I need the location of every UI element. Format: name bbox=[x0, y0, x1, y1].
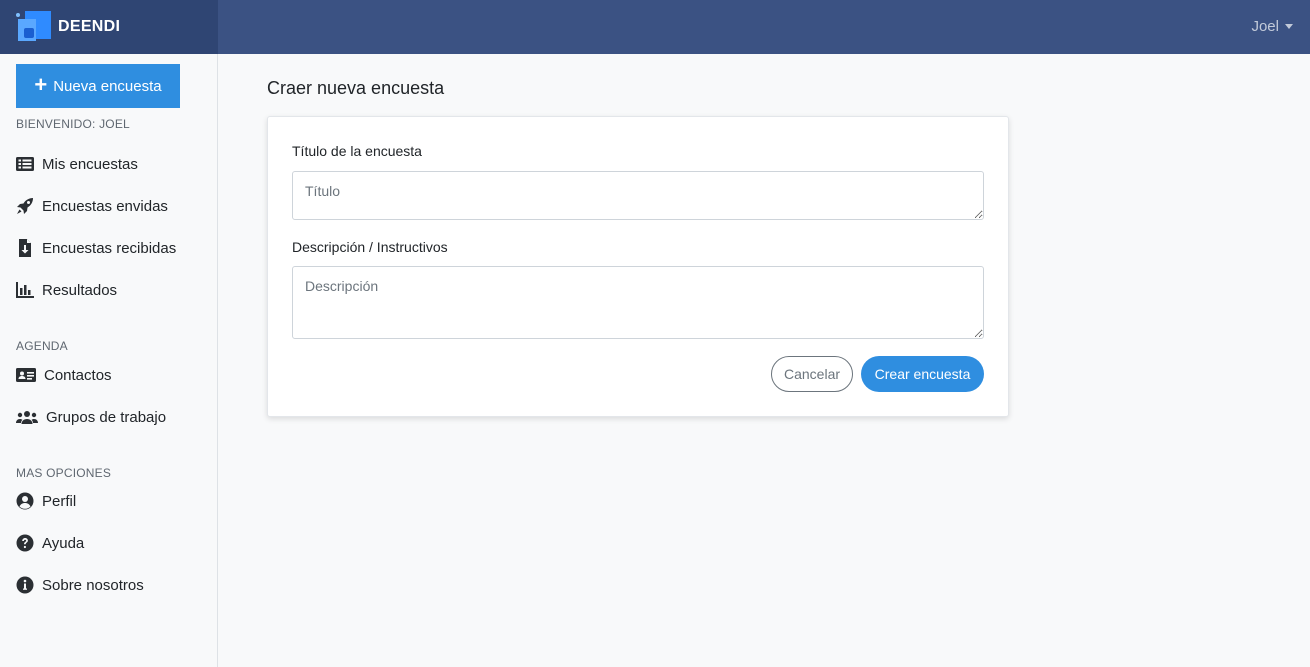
sidebar-item-label: Encuestas recibidas bbox=[42, 239, 177, 257]
file-download-icon bbox=[19, 239, 31, 257]
top-navbar: DEENDI Joel bbox=[0, 0, 1310, 54]
sidebar-item-received-surveys[interactable]: Encuestas recibidas bbox=[16, 237, 176, 259]
sidebar-item-my-surveys[interactable]: Mis encuestas bbox=[16, 153, 138, 175]
agenda-section-label: AGENDA bbox=[16, 339, 68, 353]
user-circle-icon bbox=[16, 492, 34, 510]
brand[interactable]: DEENDI bbox=[0, 0, 218, 54]
user-menu-dropdown[interactable]: Joel bbox=[1251, 18, 1293, 35]
title-field-label: Título de la encuesta bbox=[292, 143, 422, 159]
create-survey-button[interactable]: Crear encuesta bbox=[861, 356, 984, 392]
users-icon bbox=[16, 411, 38, 424]
sidebar-item-label: Sobre nosotros bbox=[42, 576, 144, 594]
cancel-button[interactable]: Cancelar bbox=[771, 356, 853, 392]
brand-name: DEENDI bbox=[58, 18, 121, 35]
sidebar-item-label: Contactos bbox=[44, 366, 112, 384]
description-field-label: Descripción / Instructivos bbox=[292, 239, 448, 255]
caret-down-icon bbox=[1285, 24, 1293, 29]
sidebar-item-about[interactable]: Sobre nosotros bbox=[16, 574, 144, 596]
page-title: Craer nueva encuesta bbox=[267, 78, 445, 98]
user-name: Joel bbox=[1251, 18, 1279, 35]
question-circle-icon bbox=[16, 534, 34, 552]
new-survey-form-card: Título de la encuesta Descripción / Inst… bbox=[267, 116, 1009, 417]
sidebar-item-sent-surveys[interactable]: Encuestas envidas bbox=[16, 195, 168, 217]
new-survey-label: Nueva encuesta bbox=[53, 77, 162, 95]
sidebar-item-label: Grupos de trabajo bbox=[46, 408, 167, 426]
more-options-section-label: MAS OPCIONES bbox=[16, 466, 112, 480]
sidebar-item-profile[interactable]: Perfil bbox=[16, 490, 76, 512]
new-survey-button[interactable]: + Nueva encuesta bbox=[16, 64, 180, 108]
address-card-icon bbox=[16, 368, 36, 382]
sidebar-item-label: Ayuda bbox=[42, 534, 85, 552]
sidebar-item-workgroups[interactable]: Grupos de trabajo bbox=[16, 406, 166, 428]
plus-icon: + bbox=[34, 72, 48, 97]
sidebar-item-label: Mis encuestas bbox=[42, 155, 138, 173]
deendi-logo-icon bbox=[16, 11, 52, 43]
chart-bar-icon bbox=[16, 282, 34, 298]
sidebar-item-label: Resultados bbox=[42, 281, 118, 299]
sidebar-item-results[interactable]: Resultados bbox=[16, 279, 117, 301]
title-field[interactable] bbox=[292, 171, 984, 220]
list-icon bbox=[16, 157, 34, 171]
sidebar: + Nueva encuesta BIENVENIDO: JOEL Mis en… bbox=[0, 54, 218, 667]
rocket-icon bbox=[17, 198, 33, 214]
welcome-label: BIENVENIDO: JOEL bbox=[16, 117, 130, 131]
sidebar-item-help[interactable]: Ayuda bbox=[16, 532, 84, 554]
sidebar-item-label: Perfil bbox=[42, 492, 77, 510]
sidebar-item-label: Encuestas envidas bbox=[42, 197, 168, 215]
info-circle-icon bbox=[16, 576, 34, 594]
sidebar-item-contacts[interactable]: Contactos bbox=[16, 364, 112, 386]
description-field[interactable] bbox=[292, 266, 984, 339]
